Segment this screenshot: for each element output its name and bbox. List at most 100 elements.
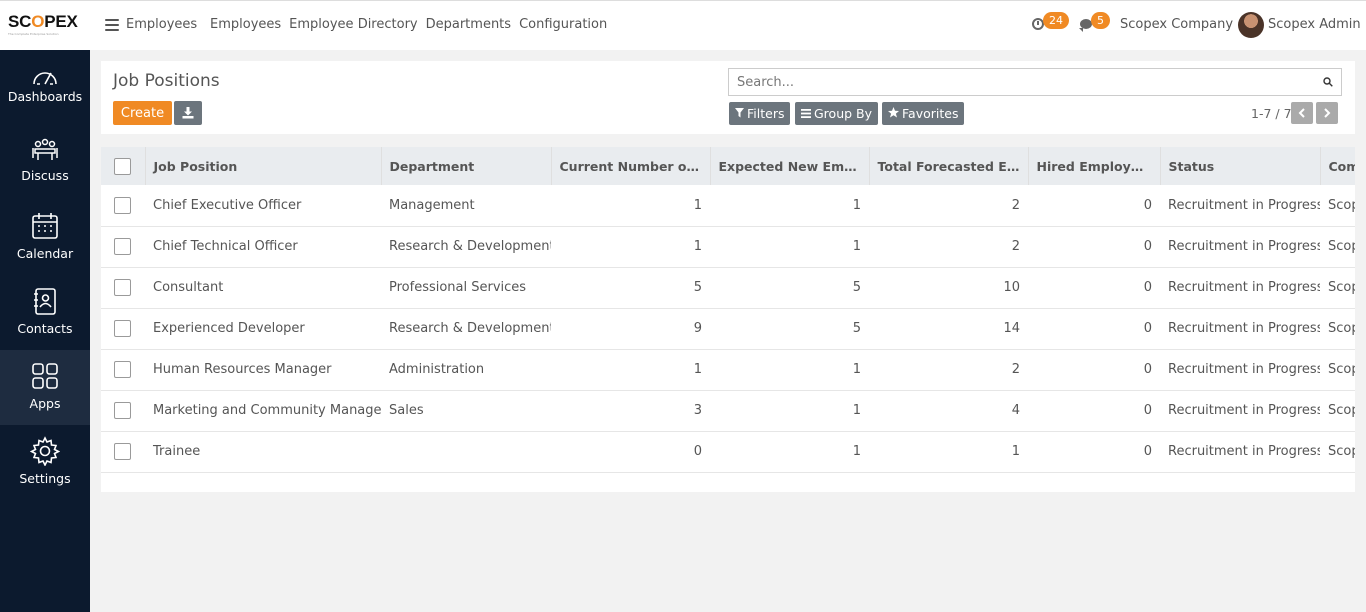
table-row[interactable]: Chief Technical Officer Research & Devel… (101, 226, 1355, 268)
table-row[interactable]: Chief Executive Officer Management 1 1 2… (101, 185, 1355, 227)
activity-count-badge[interactable]: 24 (1043, 12, 1069, 29)
table-row[interactable]: Marketing and Community Manager Sales 3 … (101, 390, 1355, 432)
scopex-logo[interactable]: SCOPEX The Complete Enterprise Solution (8, 13, 84, 37)
job-positions-list: Job Position Department Current Number o… (101, 147, 1355, 492)
column-header-current-employees[interactable]: Current Number of Employees (551, 147, 711, 185)
column-header-expected-employees[interactable]: Expected New Employees (710, 147, 870, 185)
search-input[interactable] (737, 73, 1307, 91)
total-forecasted-cell: 14 (869, 308, 1028, 350)
department-cell: Administration (381, 349, 551, 391)
row-checkbox[interactable] (114, 279, 131, 296)
company-cell: Scopex Company (1320, 349, 1355, 391)
column-header-company[interactable]: Company (1320, 147, 1355, 185)
sidebar-item-contacts[interactable]: Contacts (0, 280, 90, 355)
expected-employees-cell: 1 (710, 390, 869, 432)
current-employees-cell: 1 (551, 226, 710, 268)
pager-previous-button[interactable] (1291, 102, 1313, 124)
star-icon (888, 107, 899, 118)
grid-icon (32, 363, 58, 389)
hired-employees-cell: 0 (1028, 267, 1160, 309)
pager-value[interactable]: 1-7 / 7 (1251, 106, 1292, 121)
job-position-cell: Chief Technical Officer (145, 226, 381, 268)
sidebar-item-settings[interactable]: Settings (0, 425, 90, 500)
company-cell: Scopex Company (1320, 431, 1355, 473)
sidebar-item-dashboards[interactable]: Dashboards (0, 50, 90, 125)
page-title: Job Positions (113, 71, 220, 91)
menu-employee-directory[interactable]: Employee Directory (289, 17, 417, 32)
current-employees-cell: 9 (551, 308, 710, 350)
department-cell: Sales (381, 390, 551, 432)
expected-employees-cell: 1 (710, 431, 869, 473)
status-cell: Recruitment in Progress (1160, 431, 1320, 473)
row-checkbox[interactable] (114, 361, 131, 378)
select-all-checkbox[interactable] (114, 157, 131, 175)
job-position-cell: Trainee (145, 431, 381, 473)
search-icon[interactable] (1323, 77, 1333, 87)
gear-icon (30, 436, 60, 466)
user-menu[interactable]: Scopex Admin (1268, 17, 1361, 32)
menu-configuration[interactable]: Configuration (519, 17, 607, 32)
user-avatar[interactable] (1238, 12, 1264, 38)
row-checkbox[interactable] (114, 402, 131, 419)
expected-employees-cell: 1 (710, 226, 869, 268)
status-cell: Recruitment in Progress (1160, 308, 1320, 350)
table-row[interactable]: Consultant Professional Services 5 5 10 … (101, 267, 1355, 309)
job-position-cell: Experienced Developer (145, 308, 381, 350)
row-checkbox[interactable] (114, 443, 131, 460)
current-employees-cell: 0 (551, 431, 710, 473)
department-cell: Research & Development (381, 226, 551, 268)
row-checkbox[interactable] (114, 196, 131, 214)
total-forecasted-cell: 2 (869, 226, 1028, 268)
company-cell: Scopex Company (1320, 308, 1355, 350)
total-forecasted-cell: 2 (869, 349, 1028, 391)
create-button[interactable]: Create (113, 101, 172, 125)
control-panel: Job Positions Create Filters Group By Fa… (101, 61, 1355, 134)
status-cell: Recruitment in Progress (1160, 226, 1320, 268)
sidebar-item-calendar[interactable]: Calendar (0, 205, 90, 280)
column-header-hired-employees[interactable]: Hired Employees (1028, 147, 1161, 185)
column-header-department[interactable]: Department (381, 147, 552, 185)
row-select-cell (101, 308, 145, 350)
column-header-total-forecasted[interactable]: Total Forecasted Employees (869, 147, 1029, 185)
table-row[interactable]: Trainee 0 1 1 0 Recruitment in Progress … (101, 431, 1355, 473)
expected-employees-cell: 1 (710, 349, 869, 391)
status-cell: Recruitment in Progress (1160, 267, 1320, 309)
filters-button[interactable]: Filters (729, 102, 791, 125)
hired-employees-cell: 0 (1028, 185, 1160, 227)
company-cell: Scopex Company (1320, 390, 1355, 432)
current-employees-cell: 3 (551, 390, 710, 432)
table-row[interactable]: Experienced Developer Research & Develop… (101, 308, 1355, 350)
status-cell: Recruitment in Progress (1160, 390, 1320, 432)
app-menu-icon[interactable] (105, 19, 119, 31)
column-header-status[interactable]: Status (1160, 147, 1321, 185)
department-cell: Management (381, 185, 551, 227)
download-icon (182, 107, 194, 119)
row-checkbox[interactable] (114, 320, 131, 337)
table-row[interactable]: Human Resources Manager Administration 1… (101, 349, 1355, 391)
hired-employees-cell: 0 (1028, 349, 1160, 391)
pager-next-button[interactable] (1316, 102, 1338, 124)
department-cell: Professional Services (381, 267, 551, 309)
sidebar-item-discuss[interactable]: Discuss (0, 130, 90, 205)
row-checkbox[interactable] (114, 238, 131, 255)
total-forecasted-cell: 2 (869, 185, 1028, 227)
group-by-button[interactable]: Group By (795, 102, 879, 125)
sidebar-item-apps[interactable]: Apps (0, 350, 90, 425)
menu-departments[interactable]: Departments (426, 17, 511, 32)
row-select-cell (101, 390, 145, 432)
table-header-row: Job Position Department Current Number o… (101, 147, 1355, 185)
company-cell: Scopex Company (1320, 267, 1355, 309)
favorites-button[interactable]: Favorites (882, 102, 965, 125)
menu-employees[interactable]: Employees (210, 17, 281, 32)
message-count-badge[interactable]: 5 (1091, 12, 1110, 29)
column-header-job-position[interactable]: Job Position (145, 147, 382, 185)
expected-employees-cell: 1 (710, 185, 869, 227)
company-switcher[interactable]: Scopex Company (1120, 17, 1233, 32)
export-button[interactable] (174, 101, 202, 125)
app-name[interactable]: Employees (126, 17, 197, 32)
gauge-icon (33, 72, 57, 85)
select-all-cell (101, 147, 146, 185)
row-select-cell (101, 185, 145, 227)
row-select-cell (101, 267, 145, 309)
chevron-right-icon (1324, 108, 1331, 118)
